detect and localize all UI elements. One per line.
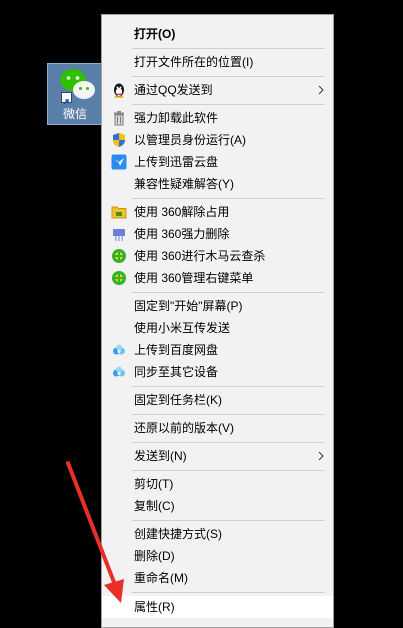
trash-can-icon	[114, 111, 124, 126]
menu-item-label: 打开文件所在的位置(I)	[134, 55, 254, 69]
menu-item-360-trojan-scan[interactable]: 使用 360进行木马云查杀	[102, 245, 333, 267]
folder-unlock-icon	[111, 206, 127, 219]
menu-item-label: 打开(O)	[134, 27, 176, 41]
menu-item-label: 固定到"开始"屏幕(P)	[134, 299, 243, 313]
uac-shield-icon	[113, 133, 125, 147]
baidu-cloud-icon	[113, 344, 125, 355]
menu-item-force-uninstall[interactable]: 强力卸载此软件	[102, 107, 333, 129]
menu-item-360-manage-menu[interactable]: 使用 360管理右键菜单	[102, 267, 333, 289]
menu-item-label: 复制(C)	[134, 499, 175, 513]
menu-item-delete[interactable]: 删除(D)	[102, 545, 333, 567]
menu-item-360-unlock[interactable]: 使用 360解除占用	[102, 201, 333, 223]
menu-separator	[132, 292, 325, 293]
menu-item-properties[interactable]: 属性(R)	[102, 596, 333, 618]
menu-separator	[132, 48, 325, 49]
menu-item-label: 属性(R)	[134, 600, 175, 614]
shredder-icon	[113, 229, 125, 241]
menu-item-xiaomi-share[interactable]: 使用小米互传发送	[102, 317, 333, 339]
menu-item-open-file-location[interactable]: 打开文件所在的位置(I)	[102, 51, 333, 73]
menu-item-label: 还原以前的版本(V)	[134, 421, 234, 435]
menu-item-label: 使用 360进行木马云查杀	[134, 249, 266, 263]
menu-separator	[132, 592, 325, 593]
menu-item-label: 使用 360管理右键菜单	[134, 271, 254, 285]
menu-item-360-force-delete[interactable]: 使用 360强力删除	[102, 223, 333, 245]
menu-item-upload-baidu[interactable]: 上传到百度网盘	[102, 339, 333, 361]
menu-item-label: 兼容性疑难解答(Y)	[134, 177, 234, 191]
context-menu: 打开(O) 打开文件所在的位置(I) 通过QQ发送到 强力卸载此软件 以管理员身…	[101, 14, 334, 628]
menu-item-create-shortcut[interactable]: 创建快捷方式(S)	[102, 523, 333, 545]
chevron-right-icon	[318, 85, 324, 95]
menu-item-label: 创建快捷方式(S)	[134, 527, 222, 541]
360-logo-icon	[112, 249, 126, 263]
menu-item-rename[interactable]: 重命名(M)	[102, 567, 333, 589]
menu-item-label: 固定到任务栏(K)	[134, 393, 222, 407]
menu-item-pin-to-taskbar[interactable]: 固定到任务栏(K)	[102, 389, 333, 411]
menu-separator	[132, 414, 325, 415]
menu-item-pin-to-start[interactable]: 固定到"开始"屏幕(P)	[102, 295, 333, 317]
menu-item-send-to[interactable]: 发送到(N)	[102, 445, 333, 467]
baidu-cloud-icon	[113, 366, 125, 377]
menu-item-run-as-admin[interactable]: 以管理员身份运行(A)	[102, 129, 333, 151]
menu-item-label: 剪切(T)	[134, 477, 174, 491]
menu-item-label: 使用 360解除占用	[134, 205, 230, 219]
menu-item-label: 通过QQ发送到	[134, 83, 213, 97]
menu-item-copy[interactable]: 复制(C)	[102, 495, 333, 517]
menu-item-label: 同步至其它设备	[134, 365, 219, 379]
menu-separator	[132, 442, 325, 443]
menu-separator	[132, 76, 325, 77]
menu-item-label: 上传到迅雷云盘	[134, 155, 219, 169]
menu-item-compat-troubleshoot[interactable]: 兼容性疑难解答(Y)	[102, 173, 333, 195]
menu-item-label: 上传到百度网盘	[134, 343, 219, 357]
menu-separator	[132, 470, 325, 471]
desktop-icon-label: 微信	[62, 107, 87, 121]
menu-item-label: 以管理员身份运行(A)	[134, 133, 246, 147]
menu-item-restore-versions[interactable]: 还原以前的版本(V)	[102, 417, 333, 439]
menu-separator	[132, 104, 325, 105]
menu-item-sync-devices[interactable]: 同步至其它设备	[102, 361, 333, 383]
menu-item-label: 使用小米互传发送	[134, 321, 231, 335]
shortcut-arrow-icon	[61, 92, 72, 105]
menu-separator	[132, 198, 325, 199]
menu-item-label: 重命名(M)	[134, 571, 188, 585]
360-logo-icon	[112, 271, 126, 285]
desktop-icon-wechat[interactable]: 微信	[47, 63, 103, 125]
menu-item-upload-xunlei[interactable]: 上传到迅雷云盘	[102, 151, 333, 173]
menu-item-cut[interactable]: 剪切(T)	[102, 473, 333, 495]
menu-item-label: 强力卸载此软件	[134, 111, 219, 125]
qq-penguin-icon	[114, 83, 124, 98]
menu-separator	[132, 520, 325, 521]
menu-item-label: 发送到(N)	[134, 449, 187, 463]
menu-item-label: 删除(D)	[134, 549, 175, 563]
menu-item-send-via-qq[interactable]: 通过QQ发送到	[102, 79, 333, 101]
menu-separator	[132, 386, 325, 387]
menu-item-label: 使用 360强力删除	[134, 227, 230, 241]
xunlei-bird-icon	[111, 154, 127, 170]
menu-item-open[interactable]: 打开(O)	[102, 23, 333, 45]
chevron-right-icon	[318, 451, 324, 461]
